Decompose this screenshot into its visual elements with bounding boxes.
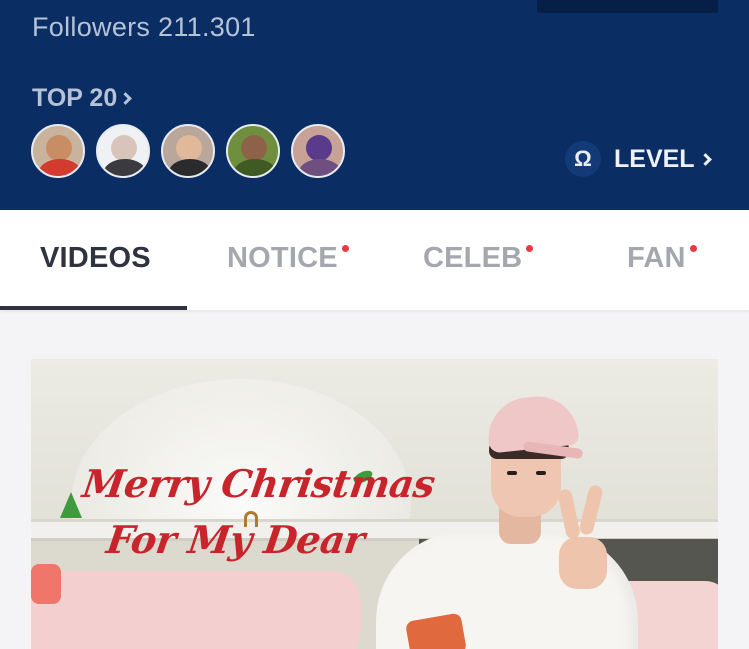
tab-label: CELEB: [423, 242, 523, 274]
chevron-right-icon: [119, 92, 133, 105]
video-title-line1: Merry Christmas: [79, 461, 438, 506]
notification-dot: [689, 245, 697, 252]
top-fans-label: TOP 20: [32, 83, 118, 112]
notification-dot: [341, 245, 349, 252]
content-tabs: VIDEOS NOTICE CELEB FAN: [0, 210, 749, 310]
level-label: LEVEL: [614, 144, 695, 173]
pillow: [31, 571, 361, 649]
chevron-right-icon: [698, 153, 712, 166]
tab-notice[interactable]: NOTICE: [227, 242, 349, 278]
fan-avatar-3[interactable]: [161, 124, 215, 178]
peace-sign-hand: [559, 537, 607, 589]
top-fans-avatars: [31, 124, 345, 178]
fan-avatar-4[interactable]: [226, 124, 280, 178]
tab-fan[interactable]: FAN: [627, 242, 697, 278]
header-action-bar[interactable]: [537, 0, 718, 13]
active-tab-indicator: [0, 306, 187, 310]
tab-label: FAN: [627, 242, 686, 274]
top-fans-link[interactable]: TOP 20: [32, 83, 133, 112]
christmas-tree-icon: [60, 492, 82, 518]
profile-header: Followers 211.301 TOP 20 Ω LEVEL: [0, 0, 749, 210]
fan-avatar-5[interactable]: [291, 124, 345, 178]
followers-count: Followers 211.301: [32, 12, 256, 42]
notification-dot: [526, 245, 534, 252]
tab-celeb[interactable]: CELEB: [423, 242, 534, 278]
fan-avatar-1[interactable]: [31, 124, 85, 178]
pillow: [31, 564, 61, 604]
tab-videos[interactable]: VIDEOS: [40, 242, 151, 278]
tab-label: VIDEOS: [40, 242, 151, 274]
tab-label: NOTICE: [227, 242, 338, 274]
video-title-line2: For My Dear: [103, 517, 368, 562]
fan-avatar-2[interactable]: [96, 124, 150, 178]
omega-icon: Ω: [565, 141, 601, 177]
video-thumbnail[interactable]: Merry Christmas For My Dear: [31, 359, 718, 649]
level-button[interactable]: Ω LEVEL: [565, 140, 712, 178]
